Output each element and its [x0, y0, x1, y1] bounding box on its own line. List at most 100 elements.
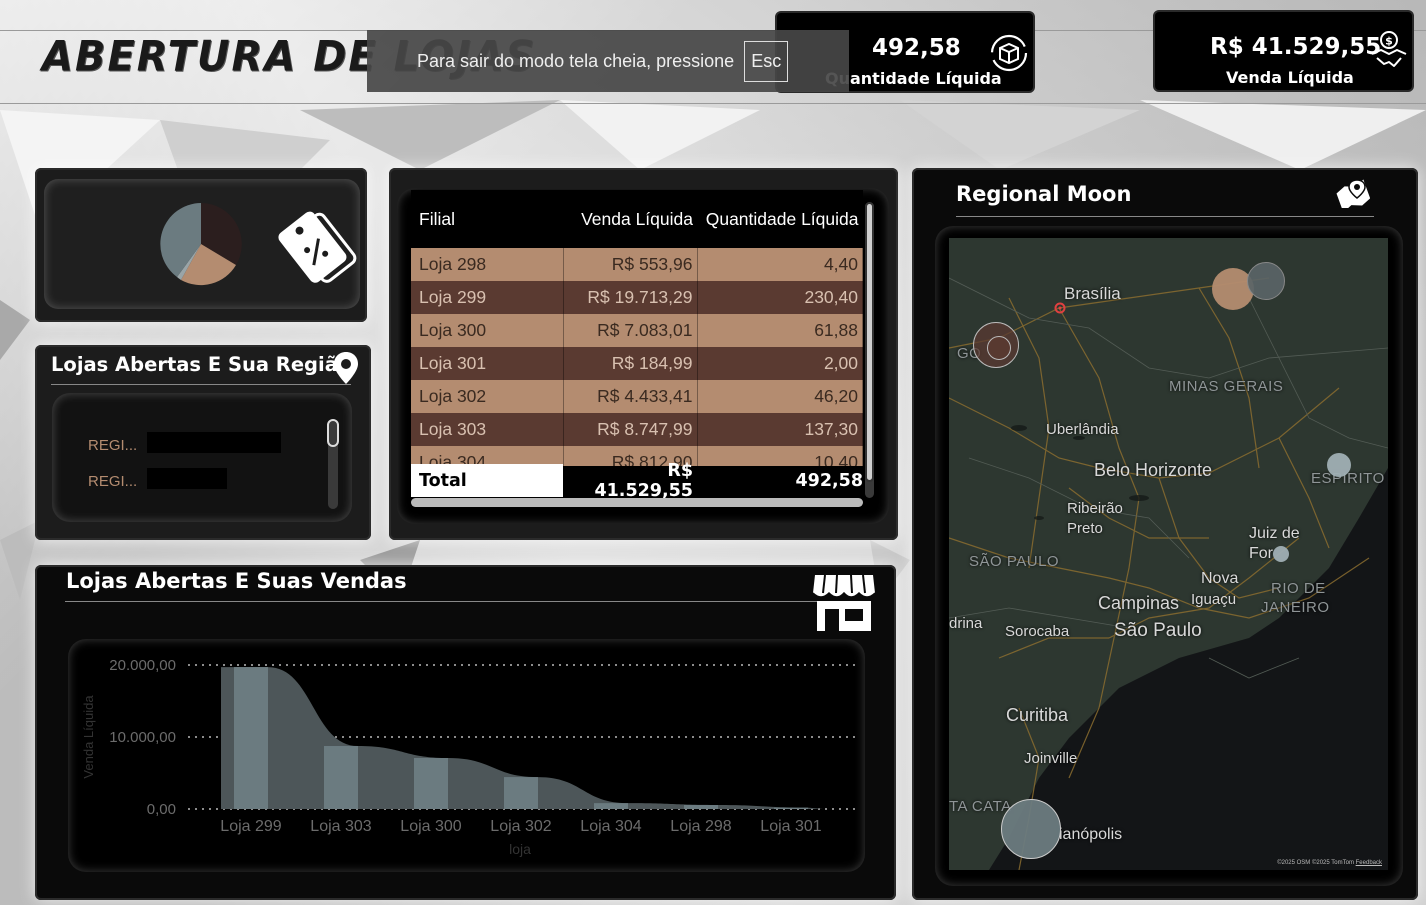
city-uberlandia: Uberlândia [1046, 421, 1119, 438]
map-pin-icon [334, 352, 358, 384]
cell-quantidade: 10,40 [697, 446, 863, 466]
table-vscrollbar[interactable] [865, 202, 874, 498]
cell-quantidade: 2,00 [697, 347, 863, 380]
city-preto: Preto [1067, 520, 1103, 537]
col-header-venda[interactable]: Venda Líquida [563, 190, 697, 248]
bar-loja-301 [774, 807, 808, 809]
cell-venda: R$ 4.433,41 [563, 380, 698, 413]
region-scrollbar[interactable] [327, 419, 339, 509]
map-bubble-juiz-de-fora[interactable] [1273, 546, 1289, 562]
state-minas-gerais: MINAS GERAIS [1169, 378, 1284, 395]
city-curitiba: Curitiba [1006, 705, 1069, 725]
cell-filial: Loja 302 [411, 380, 564, 413]
table-row[interactable]: Loja 301 R$ 184,99 2,00 [411, 347, 863, 380]
city-sao-paulo: São Paulo [1114, 620, 1202, 641]
map-view[interactable]: Brasília Uberlândia Belo Horizonte Ribei… [949, 238, 1388, 870]
cell-venda: R$ 7.083,01 [563, 314, 698, 347]
bar-loja-300 [414, 758, 448, 809]
cell-filial: Loja 304 [411, 446, 564, 466]
table-vscroll-thumb[interactable] [865, 202, 874, 482]
map-attribution-text: ©2025 OSM ©2025 TomTom [1277, 860, 1354, 866]
map-location-icon [1336, 179, 1370, 208]
map-bubble-florianopolis[interactable] [1001, 799, 1061, 859]
kpi-quantity-label: Quantidade Líquida [825, 69, 1002, 88]
region-scroll-thumb[interactable] [327, 419, 339, 447]
cell-filial: Loja 299 [411, 281, 564, 314]
x-axis-label: loja [509, 841, 531, 857]
cell-venda: R$ 8.747,99 [563, 413, 698, 446]
city-londrina: drina [949, 615, 983, 632]
bar-loja-302 [504, 777, 538, 809]
x-tick-label: Loja 300 [400, 818, 461, 835]
map-feedback-link[interactable]: Feedback [1356, 860, 1382, 866]
region-row-label-2: REGI... [88, 473, 138, 490]
cell-quantidade: 137,30 [697, 413, 863, 446]
map-bubble-espirito-santo[interactable] [1327, 453, 1351, 477]
y-tick-label: 20.000,00 [109, 657, 176, 674]
cell-filial: Loja 300 [411, 314, 564, 347]
x-tick-label: Loja 304 [580, 818, 641, 835]
table-total-row: Total R$ 41.529,55 492,58 [411, 461, 863, 501]
cell-venda: R$ 184,99 [563, 347, 698, 380]
table-hscrollbar[interactable] [411, 498, 863, 507]
y-tick-label: 10.000,00 [109, 729, 176, 746]
map-bubble-mg-2[interactable] [1247, 262, 1285, 300]
x-tick-label: Loja 302 [490, 818, 551, 835]
state-santa-catarina: TA CATA [949, 798, 1012, 815]
x-tick-label: Loja 301 [760, 818, 821, 835]
x-tick-label: Loja 298 [670, 818, 731, 835]
city-juiz-de: Juiz de [1249, 525, 1300, 542]
table-row[interactable]: Loja 299 R$ 19.713,29 230,40 [411, 281, 863, 314]
cell-filial: Loja 303 [411, 413, 564, 446]
city-florianopolis: ianópolis [1059, 826, 1123, 843]
col-header-filial[interactable]: Filial [411, 190, 563, 248]
map-bubble-goias-small[interactable] [987, 336, 1011, 360]
x-tick-label: Loja 303 [310, 818, 371, 835]
map-title-rule [956, 216, 1374, 217]
city-belo-horizonte: Belo Horizonte [1094, 460, 1213, 480]
cell-venda: R$ 553,96 [563, 248, 698, 281]
city-for: For [1249, 545, 1273, 562]
table-row[interactable]: Loja 300 R$ 7.083,01 61,88 [411, 314, 863, 347]
total-venda: R$ 41.529,55 [594, 460, 693, 501]
state-rio-de-janeiro-1: RIO DE [1271, 580, 1326, 597]
table-row[interactable]: Loja 302 R$ 4.433,41 46,20 [411, 380, 863, 413]
x-tick-label: Loja 299 [220, 818, 281, 835]
esc-key[interactable]: Esc [744, 40, 789, 82]
table-header-row: Filial Venda Líquida Quantidade Líquida [411, 190, 863, 248]
table-row[interactable]: Loja 303 R$ 8.747,99 137,30 [411, 413, 863, 446]
sales-panel-title: Lojas Abertas E Suas Vendas [66, 569, 407, 593]
svg-text:$: $ [1385, 35, 1393, 48]
package-return-icon [990, 34, 1028, 72]
bar-loja-299 [234, 667, 268, 809]
state-sao-paulo: SÃO PAULO [969, 553, 1060, 570]
region-panel-title: Lojas Abertas E Sua Região [51, 353, 352, 376]
y-axis-label: Venda Líquida [81, 695, 96, 779]
table-row[interactable]: Loja 298 R$ 553,96 4,40 [411, 248, 863, 281]
region-bar-1[interactable] [147, 432, 281, 453]
region-bars-box: REGI... REGI... [52, 393, 352, 522]
cell-quantidade: 46,20 [697, 380, 863, 413]
total-label: Total [411, 464, 563, 497]
y-tick-label: 0,00 [147, 801, 176, 818]
region-pie-chart[interactable] [159, 202, 243, 286]
storefront-icon [812, 574, 876, 631]
region-panel: Lojas Abertas E Sua Região REGI... REGI.… [35, 345, 371, 540]
cell-quantidade: 61,88 [697, 314, 863, 347]
map-panel-title: Regional Moon [956, 182, 1132, 206]
total-quantidade: 492,58 [795, 470, 863, 491]
bar-loja-303 [324, 746, 358, 809]
sales-panel: Lojas Abertas E Suas Vendas 0,00 10.000,0… [35, 565, 896, 900]
kpi-sales-label: Venda Líquida [1226, 68, 1354, 87]
city-ribeirao: Ribeirão [1067, 500, 1123, 517]
sales-bar-chart[interactable]: 0,00 10.000,00 20.000,00 Loja 299 Loja 303 Lo… [68, 639, 865, 872]
cell-venda: R$ 19.713,29 [563, 281, 698, 314]
region-bar-2[interactable] [147, 468, 227, 489]
col-header-quantidade[interactable]: Quantidade Líquida [697, 190, 863, 248]
fullscreen-toast: Para sair do modo tela cheia, pressione … [367, 30, 849, 92]
bar-loja-298 [684, 805, 718, 809]
handshake-money-icon: $ [1371, 31, 1407, 67]
city-iguacu: Iguaçu [1191, 591, 1237, 608]
cell-quantidade: 230,40 [697, 281, 863, 314]
city-brasilia: Brasília [1064, 284, 1121, 303]
